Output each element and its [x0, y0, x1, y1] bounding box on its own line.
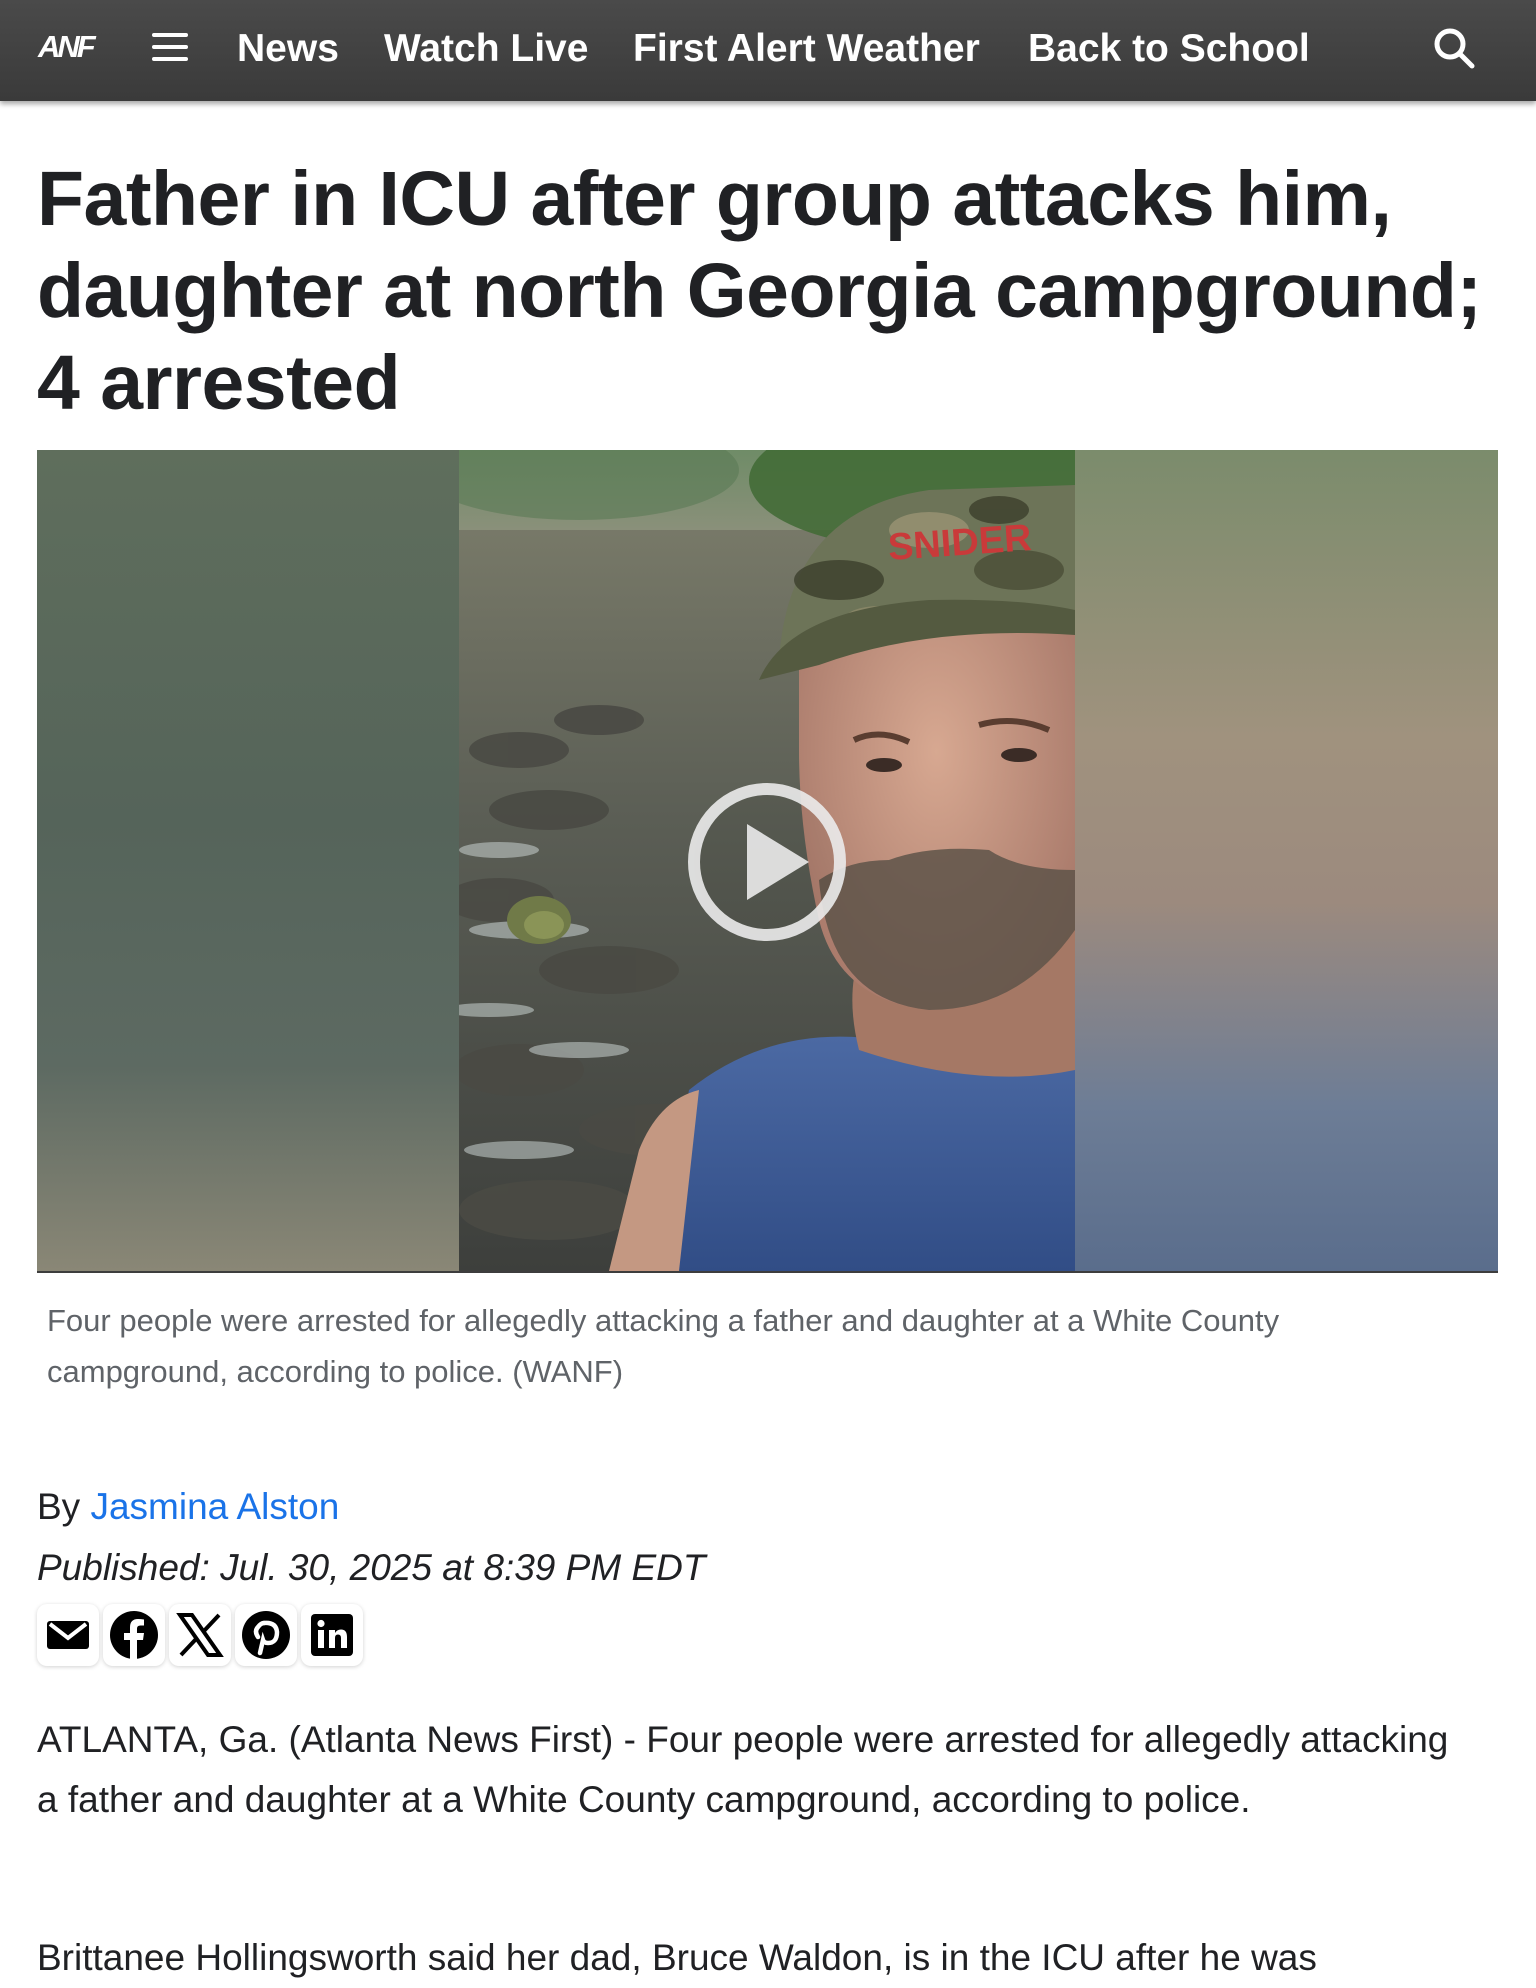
search-icon[interactable]	[1432, 26, 1476, 70]
x-icon[interactable]	[169, 1604, 231, 1666]
site-logo[interactable]: ANF	[38, 30, 96, 64]
video-blur-backdrop-right	[1075, 450, 1498, 1271]
linkedin-icon[interactable]	[301, 1604, 363, 1666]
nav-link-watch-live[interactable]: Watch Live	[384, 26, 588, 72]
article-headline: Father in ICU after group attacks him, d…	[37, 156, 1482, 426]
nav-link-first-alert-weather[interactable]: First Alert Weather	[633, 26, 980, 72]
article-paragraph: Brittanee Hollingsworth said her dad, Br…	[37, 1937, 1317, 1978]
byline: By Jasmina Alston	[37, 1482, 339, 1532]
media-caption: Four people were arrested for allegedly …	[47, 1303, 1280, 1389]
byline-prefix: By	[37, 1486, 81, 1527]
video-player[interactable]: SNIDER	[37, 450, 1498, 1273]
hamburger-menu-icon[interactable]	[152, 33, 188, 65]
email-icon[interactable]	[37, 1604, 99, 1666]
video-blur-backdrop-left	[37, 450, 459, 1271]
article-paragraph: ATLANTA, Ga. (Atlanta News First) - Four…	[37, 1719, 1449, 1820]
nav-link-news[interactable]: News	[237, 26, 339, 72]
pinterest-icon[interactable]	[235, 1604, 297, 1666]
play-button-icon[interactable]	[685, 780, 849, 944]
published-date: Published: Jul. 30, 2025 at 8:39 PM EDT	[37, 1547, 706, 1588]
nav-link-back-to-school[interactable]: Back to School	[1028, 26, 1310, 72]
top-navigation-bar: ANF News Watch Live First Alert Weather …	[0, 0, 1536, 101]
facebook-icon[interactable]	[103, 1604, 165, 1666]
author-link[interactable]: Jasmina Alston	[90, 1486, 339, 1527]
share-bar	[37, 1604, 363, 1666]
